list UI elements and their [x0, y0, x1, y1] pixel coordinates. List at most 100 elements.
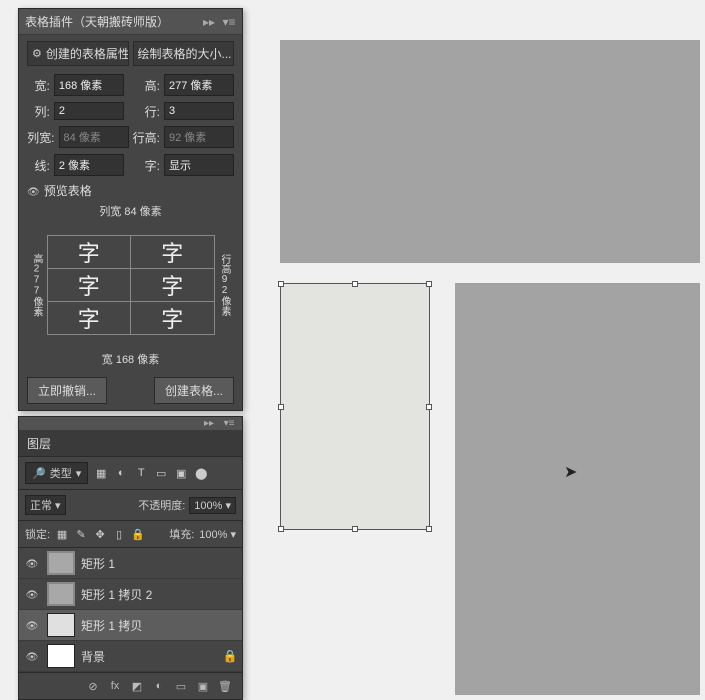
tab-label: 绘制表格的大小... — [138, 45, 232, 62]
layer-thumb[interactable] — [47, 551, 75, 575]
resize-handle-bl[interactable] — [278, 526, 284, 532]
search-icon: 🔎 — [32, 467, 46, 480]
layer-row[interactable]: 矩形 1 拷贝 — [19, 610, 242, 641]
layer-name[interactable]: 矩形 1 — [81, 555, 238, 572]
width-label: 宽: — [27, 77, 50, 94]
canvas-rect-top[interactable] — [280, 40, 700, 263]
layers-list: 矩形 1 矩形 1 拷贝 2 矩形 1 拷贝 背景 🔒 — [19, 548, 242, 672]
blend-mode-select[interactable]: 正常 ▾ — [25, 495, 66, 515]
filter-label: 类型 — [50, 465, 72, 481]
canvas-rect-selected[interactable] — [280, 283, 430, 530]
layer-row[interactable]: 矩形 1 — [19, 548, 242, 579]
colw-label: 列宽: — [27, 129, 55, 146]
layer-row[interactable]: 矩形 1 拷贝 2 — [19, 579, 242, 610]
rows-label: 行: — [137, 103, 160, 120]
resize-handle-tr[interactable] — [426, 281, 432, 287]
filter-adjust-icon[interactable]: ◐ — [114, 466, 128, 480]
layer-name[interactable]: 背景 — [81, 648, 216, 665]
layer-name[interactable]: 矩形 1 拷贝 — [81, 617, 238, 634]
visibility-toggle-icon[interactable] — [23, 649, 41, 663]
mouse-cursor-icon: ➤ — [564, 462, 577, 482]
chevron-down-icon: ▾ — [76, 467, 82, 480]
adjustment-icon[interactable]: ◐ — [152, 679, 166, 693]
resize-handle-bm[interactable] — [352, 526, 358, 532]
layer-row[interactable]: 背景 🔒 — [19, 641, 242, 672]
layer-thumb[interactable] — [47, 644, 75, 668]
visibility-toggle-icon[interactable] — [23, 556, 41, 570]
filter-pixel-icon[interactable]: ▦ — [94, 466, 108, 480]
lock-transparent-icon[interactable]: ▦ — [55, 527, 69, 541]
resize-handle-mr[interactable] — [426, 404, 432, 410]
preview-cell: 字 — [131, 269, 215, 302]
layer-name[interactable]: 矩形 1 拷贝 2 — [81, 586, 238, 603]
font-select[interactable]: 显示 — [164, 154, 234, 176]
filter-type-icon[interactable]: T — [134, 466, 148, 480]
rowh-label: 行高: — [133, 129, 161, 146]
undo-button[interactable]: 立即撤销... — [27, 377, 107, 404]
trash-icon[interactable]: 🗑 — [218, 679, 232, 693]
mask-icon[interactable]: ◩ — [130, 679, 144, 693]
total-width-label: 宽 168 像素 — [27, 351, 234, 367]
lock-all-icon[interactable]: 🔒 — [131, 527, 145, 541]
fill-input[interactable]: 100% ▾ — [199, 528, 236, 541]
filter-smart-icon[interactable]: ▣ — [174, 466, 188, 480]
row-height-label: 行高92像素 — [217, 254, 232, 316]
panel-collapse-icon[interactable]: ▸▸ — [202, 418, 216, 429]
preview-cell: 字 — [131, 236, 215, 269]
create-table-button[interactable]: 创建表格... — [154, 377, 234, 404]
filter-shape-icon[interactable]: ▭ — [154, 466, 168, 480]
table-plugin-panel: 表格插件（天朝搬砖师版） ▸▸ ▾≡ ⚙ 创建的表格属性 绘制表格的大小... … — [18, 8, 243, 411]
colw-input[interactable]: 84 像素 — [59, 126, 129, 148]
link-layers-icon[interactable]: ⊘ — [86, 679, 100, 693]
panel-close-icon[interactable]: ▾≡ — [222, 15, 236, 29]
layers-panel: ▸▸ ▾≡ 图层 🔎 类型 ▾ ▦ ◐ T ▭ ▣ ⬤ 正常 ▾ 不透明度: 1… — [18, 416, 243, 700]
preview-cell: 字 — [47, 302, 131, 335]
resize-handle-br[interactable] — [426, 526, 432, 532]
opacity-input[interactable]: 100% ▾ — [189, 497, 236, 514]
lock-label: 锁定: — [25, 526, 50, 542]
panel-menu-icon[interactable]: ▾≡ — [222, 418, 236, 429]
rowh-input[interactable]: 92 像素 — [164, 126, 234, 148]
opacity-label: 不透明度: — [138, 497, 185, 513]
cols-label: 列: — [27, 103, 50, 120]
tab-table-size[interactable]: 绘制表格的大小... — [133, 41, 235, 66]
layer-thumb[interactable] — [47, 613, 75, 637]
panel-title: 表格插件（天朝搬砖师版） — [25, 13, 202, 30]
lock-move-icon[interactable]: ✥ — [93, 527, 107, 541]
panel-titlebar[interactable]: ▸▸ ▾≡ — [19, 417, 242, 431]
new-layer-icon[interactable]: ▣ — [196, 679, 210, 693]
resize-handle-tm[interactable] — [352, 281, 358, 287]
visibility-toggle-icon[interactable] — [23, 618, 41, 632]
layers-tab-label: 图层 — [27, 437, 51, 451]
width-input[interactable]: 168 像素 — [54, 74, 124, 96]
preview-cell: 字 — [47, 269, 131, 302]
panel-titlebar[interactable]: 表格插件（天朝搬砖师版） ▸▸ ▾≡ — [19, 9, 242, 35]
fx-icon[interactable]: fx — [108, 679, 122, 693]
filter-toggle-icon[interactable]: ⬤ — [194, 466, 208, 480]
layer-thumb[interactable] — [47, 582, 75, 606]
line-input[interactable]: 2 像素 — [54, 154, 124, 176]
tab-label: 创建的表格属性 — [46, 45, 129, 62]
lock-icon[interactable]: 🔒 — [222, 649, 238, 663]
canvas-rect-bottom-right[interactable] — [455, 283, 700, 695]
lock-brush-icon[interactable]: ✎ — [74, 527, 88, 541]
preview-header: 预览表格 — [44, 182, 92, 199]
resize-handle-tl[interactable] — [278, 281, 284, 287]
layers-tab[interactable]: 图层 — [19, 431, 242, 457]
font-label: 字: — [137, 157, 160, 174]
visibility-toggle-icon[interactable] — [23, 587, 41, 601]
table-preview: 字字 字字 字字 — [47, 235, 215, 335]
line-label: 线: — [27, 157, 50, 174]
group-icon[interactable]: ▭ — [174, 679, 188, 693]
cols-input[interactable]: 2 — [54, 102, 124, 120]
resize-handle-ml[interactable] — [278, 404, 284, 410]
preview-cell: 字 — [47, 236, 131, 269]
rows-input[interactable]: 3 — [164, 102, 234, 120]
height-input[interactable]: 277 像素 — [164, 74, 234, 96]
filter-type-select[interactable]: 🔎 类型 ▾ — [25, 462, 88, 484]
total-height-label: 高277像素 — [29, 254, 44, 317]
tab-table-attrs[interactable]: ⚙ 创建的表格属性 — [27, 41, 129, 66]
lock-artboard-icon[interactable]: ▯ — [112, 527, 126, 541]
eye-icon — [27, 184, 40, 198]
panel-menu-icon[interactable]: ▸▸ — [202, 15, 216, 29]
